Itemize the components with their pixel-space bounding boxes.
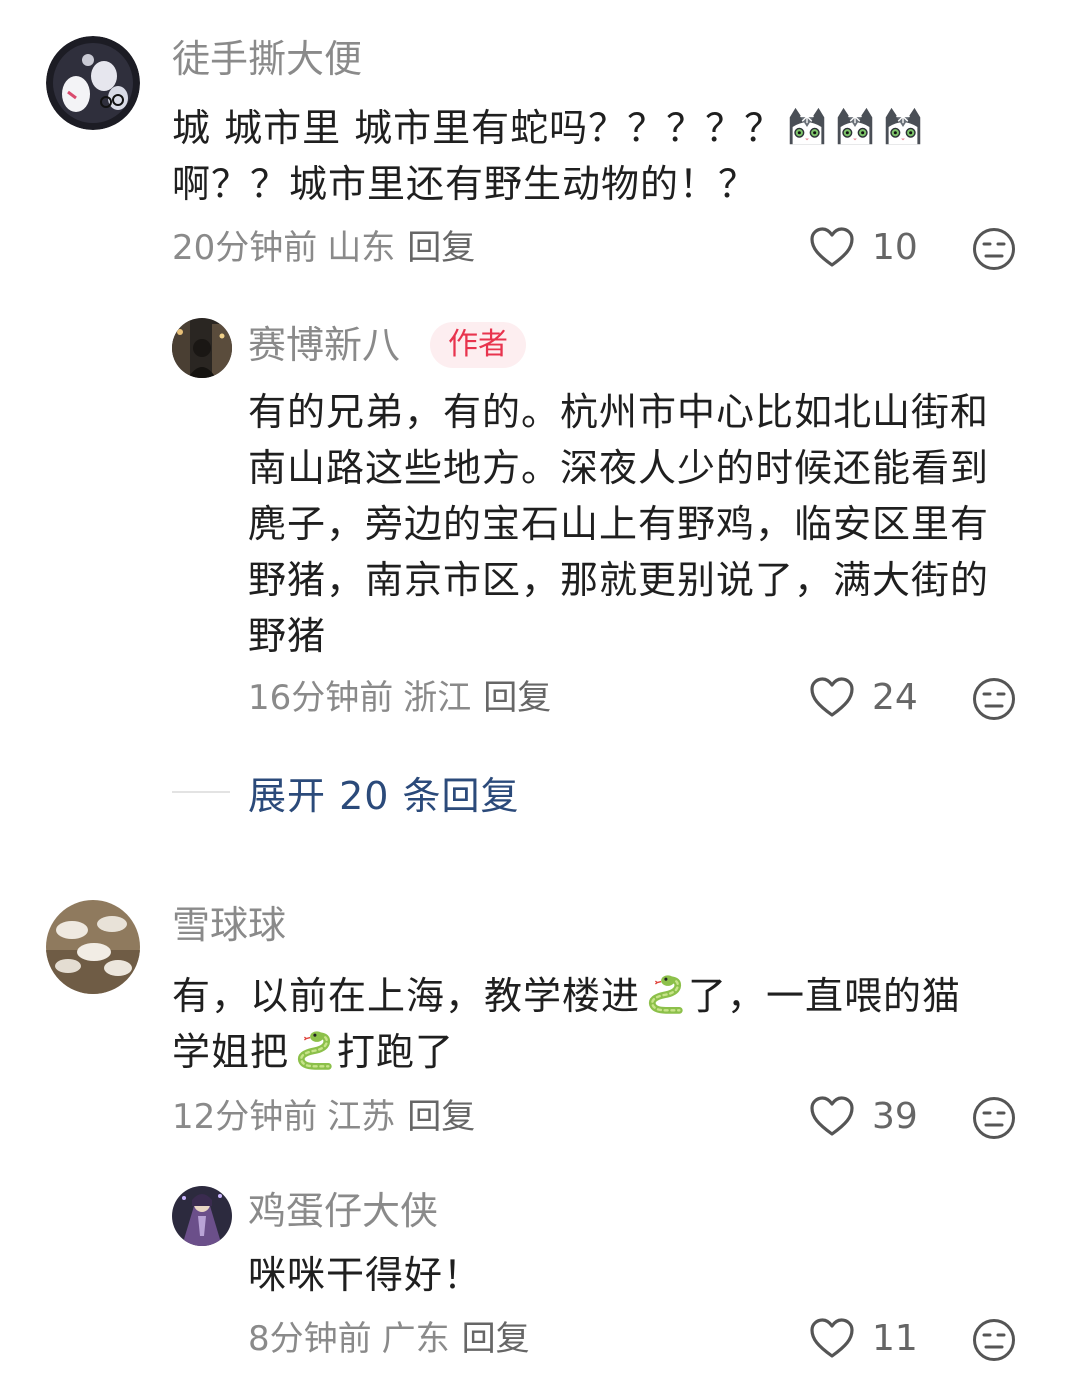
comment-text-part: 打跑了 <box>337 1030 455 1074</box>
comment-meta: 8分钟前 广东 回复 <box>248 1322 530 1356</box>
heart-outline-icon <box>808 224 856 272</box>
comment-text-part: 学姐把 <box>172 1030 290 1074</box>
like-count: 10 <box>872 227 918 268</box>
comment-text: 有，以前在上海，教学楼进 了，一直喂的猫 学姐把 打跑了 <box>172 968 1052 1080</box>
like-button[interactable]: 10 <box>808 223 918 273</box>
comment-text: 咪咪干得好！ <box>248 1253 483 1297</box>
like-button[interactable]: 11 <box>808 1314 918 1364</box>
comment-meta: 16分钟前 浙江 回复 <box>248 681 551 715</box>
comment-location: 广东 <box>381 1319 450 1359</box>
avatar[interactable] <box>172 1186 232 1246</box>
snake-emoji <box>290 1028 336 1074</box>
comment-location: 山东 <box>327 228 396 268</box>
reply-button[interactable]: 回复 <box>407 228 475 268</box>
cat-face-emoji <box>784 104 830 150</box>
comment-time: 16分钟前 <box>248 678 394 718</box>
username[interactable]: 徒手撕大便 <box>172 40 362 78</box>
neutral-face-icon[interactable] <box>972 677 1016 721</box>
like-count: 11 <box>872 1318 918 1359</box>
username[interactable]: 赛博新八 <box>248 326 400 364</box>
cat-face-emoji <box>832 104 878 150</box>
expand-replies-label: 展开 20 条回复 <box>248 773 520 818</box>
comment-text-part: 城 城市里 城市里有蛇吗？？？？？ <box>172 106 784 150</box>
like-button[interactable]: 24 <box>808 673 918 723</box>
comment-location: 浙江 <box>403 678 472 718</box>
heart-outline-icon <box>808 1315 856 1363</box>
comment-time: 20分钟前 <box>172 228 318 268</box>
cat-face-emoji <box>880 104 926 150</box>
like-count: 39 <box>872 1096 918 1137</box>
neutral-face-icon[interactable] <box>972 1096 1016 1140</box>
username[interactable]: 鸡蛋仔大侠 <box>248 1192 438 1230</box>
comment-meta: 20分钟前 山东 回复 <box>172 231 475 265</box>
comment-text-part: 有，以前在上海，教学楼进 <box>172 974 641 1018</box>
comment-location: 江苏 <box>327 1097 396 1137</box>
like-count: 24 <box>872 677 918 718</box>
comment-text-part: 了，一直喂的猫 <box>688 974 962 1018</box>
snake-emoji <box>641 972 687 1018</box>
reply-button[interactable]: 回复 <box>407 1097 475 1137</box>
comment-meta: 12分钟前 江苏 回复 <box>172 1100 475 1134</box>
avatar[interactable] <box>46 900 140 994</box>
neutral-face-icon[interactable] <box>972 227 1016 271</box>
comment-time: 8分钟前 <box>248 1319 372 1359</box>
like-button[interactable]: 39 <box>808 1092 918 1142</box>
author-badge: 作者 <box>430 322 526 368</box>
heart-outline-icon <box>808 1093 856 1141</box>
comment-text-part: 啊？？城市里还有野生动物的！？ <box>172 162 758 206</box>
divider <box>172 791 230 793</box>
comment-text: 城 城市里 城市里有蛇吗？？？？？ 啊？？城市里还有野生动物的！？ <box>172 100 1032 212</box>
username[interactable]: 雪球球 <box>172 906 286 944</box>
expand-replies-button[interactable]: 展开 20 条回复 <box>172 762 520 822</box>
avatar[interactable] <box>46 36 140 130</box>
comment-time: 12分钟前 <box>172 1097 318 1137</box>
comment-text: 有的兄弟，有的。杭州市中心比如北山街和南山路这些地方。深夜人少的时候还能看到麂子… <box>248 390 990 658</box>
neutral-face-icon[interactable] <box>972 1318 1016 1362</box>
heart-outline-icon <box>808 674 856 722</box>
avatar[interactable] <box>172 318 232 378</box>
reply-button[interactable]: 回复 <box>483 678 551 718</box>
reply-button[interactable]: 回复 <box>462 1319 530 1359</box>
